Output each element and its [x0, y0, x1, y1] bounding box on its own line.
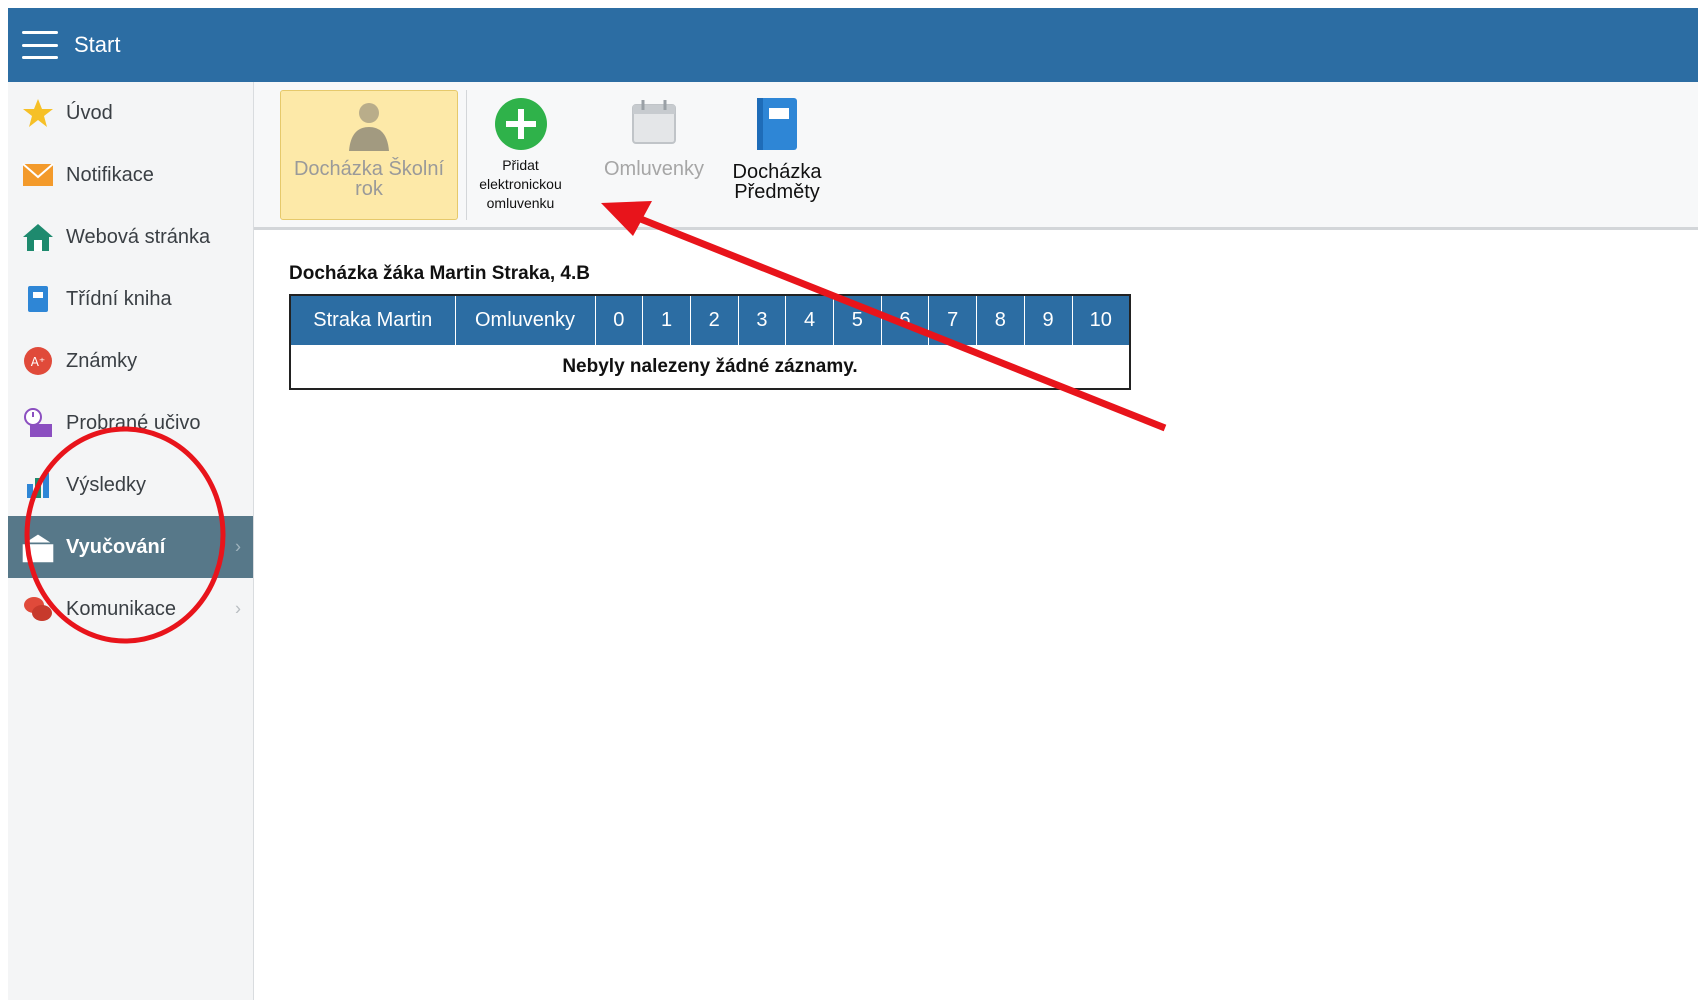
- toolbar-label: Docházka Školní rok: [293, 158, 445, 200]
- sidebar-item-label: Komunikace: [66, 597, 177, 620]
- top-bar: Start: [8, 8, 1698, 82]
- bar-chart-icon: [20, 467, 56, 503]
- toolbar: Docházka Školní rok Přidat elektronickou…: [254, 82, 1698, 230]
- column-header[interactable]: 9: [1024, 295, 1073, 345]
- lesson-icon: [20, 405, 56, 441]
- column-header[interactable]: 8: [976, 295, 1025, 345]
- pridat-omluvenku-button[interactable]: Přidat elektronickou omluvenku: [466, 90, 574, 220]
- sidebar-item-label: Třídní kniha: [66, 287, 172, 310]
- envelope-icon: [20, 157, 56, 193]
- dochazka-predmety-button[interactable]: Docházka Předměty: [722, 90, 832, 220]
- table-header-row: Straka Martin Omluvenky 0 1 2 3 4 5 6 7 …: [290, 295, 1131, 345]
- dochazka-skolni-rok-button[interactable]: Docházka Školní rok: [280, 90, 458, 220]
- toolbar-label: Omluvenky: [603, 158, 705, 180]
- table-row: Nebyly nalezeny žádné záznamy.: [290, 345, 1130, 389]
- toolbar-label: Docházka Předměty: [732, 161, 822, 203]
- sidebar-item-label: Výsledky: [66, 473, 147, 496]
- sidebar-item-znamky[interactable]: A⁺ Známky: [8, 330, 253, 392]
- sidebar-item-webova-stranka[interactable]: Webová stránka: [8, 206, 253, 268]
- column-header[interactable]: 3: [738, 295, 787, 345]
- sidebar-item-label: Probrané učivo: [66, 411, 201, 434]
- sidebar-item-label: Úvod: [66, 101, 113, 124]
- grades-icon: A⁺: [20, 343, 56, 379]
- column-header[interactable]: 2: [690, 295, 739, 345]
- chevron-right-icon: ›: [235, 598, 241, 619]
- book-icon: [20, 281, 56, 317]
- app-window: Start Úvod Notifikace Webová stránka Tří…: [0, 0, 1698, 1000]
- toolbar-label: Přidat elektronickou omluvenku: [479, 157, 562, 211]
- attendance-table: Straka Martin Omluvenky 0 1 2 3 4 5 6 7 …: [289, 294, 1131, 390]
- chevron-right-icon: ›: [235, 536, 241, 557]
- star-icon: [20, 95, 56, 131]
- page-title: Docházka žáka Martin Straka, 4.B: [289, 263, 590, 284]
- person-icon: [281, 97, 457, 153]
- sidebar-item-vyucovani[interactable]: Vyučování ›: [8, 516, 253, 578]
- calendar-icon: [596, 96, 712, 148]
- sidebar-item-label: Známky: [66, 349, 138, 372]
- menu-icon[interactable]: [22, 31, 58, 59]
- column-header[interactable]: 0: [595, 295, 644, 345]
- app-title: Start: [74, 32, 121, 57]
- column-header[interactable]: 1: [642, 295, 691, 345]
- book-icon: [722, 96, 832, 152]
- column-header[interactable]: 10: [1072, 295, 1131, 345]
- sidebar: Úvod Notifikace Webová stránka Třídní kn…: [8, 82, 254, 1000]
- sidebar-item-label: Notifikace: [66, 163, 154, 186]
- sidebar-item-vysledky[interactable]: Výsledky: [8, 454, 253, 516]
- empty-message: Nebyly nalezeny žádné záznamy.: [290, 345, 1130, 389]
- home-icon: [20, 219, 56, 255]
- column-header[interactable]: 4: [785, 295, 834, 345]
- sidebar-item-komunikace[interactable]: Komunikace ›: [8, 578, 253, 640]
- column-header[interactable]: 7: [928, 295, 977, 345]
- add-icon: [467, 96, 574, 152]
- sidebar-item-label: Webová stránka: [66, 225, 211, 248]
- sidebar-item-probrane-ucivo[interactable]: Probrané učivo: [8, 392, 253, 454]
- column-header[interactable]: 6: [881, 295, 930, 345]
- omluvenky-button[interactable]: Omluvenky: [596, 90, 712, 220]
- school-icon: [20, 529, 56, 565]
- column-header[interactable]: Omluvenky: [455, 295, 596, 345]
- sidebar-item-tridni-kniha[interactable]: Třídní kniha: [8, 268, 253, 330]
- svg-text:A⁺: A⁺: [31, 355, 46, 369]
- chat-icon: [20, 591, 56, 627]
- column-header[interactable]: Straka Martin: [290, 295, 456, 345]
- column-header[interactable]: 5: [833, 295, 882, 345]
- sidebar-item-uvod[interactable]: Úvod: [8, 82, 253, 144]
- sidebar-item-notifikace[interactable]: Notifikace: [8, 144, 253, 206]
- sidebar-item-label: Vyučování: [66, 535, 166, 558]
